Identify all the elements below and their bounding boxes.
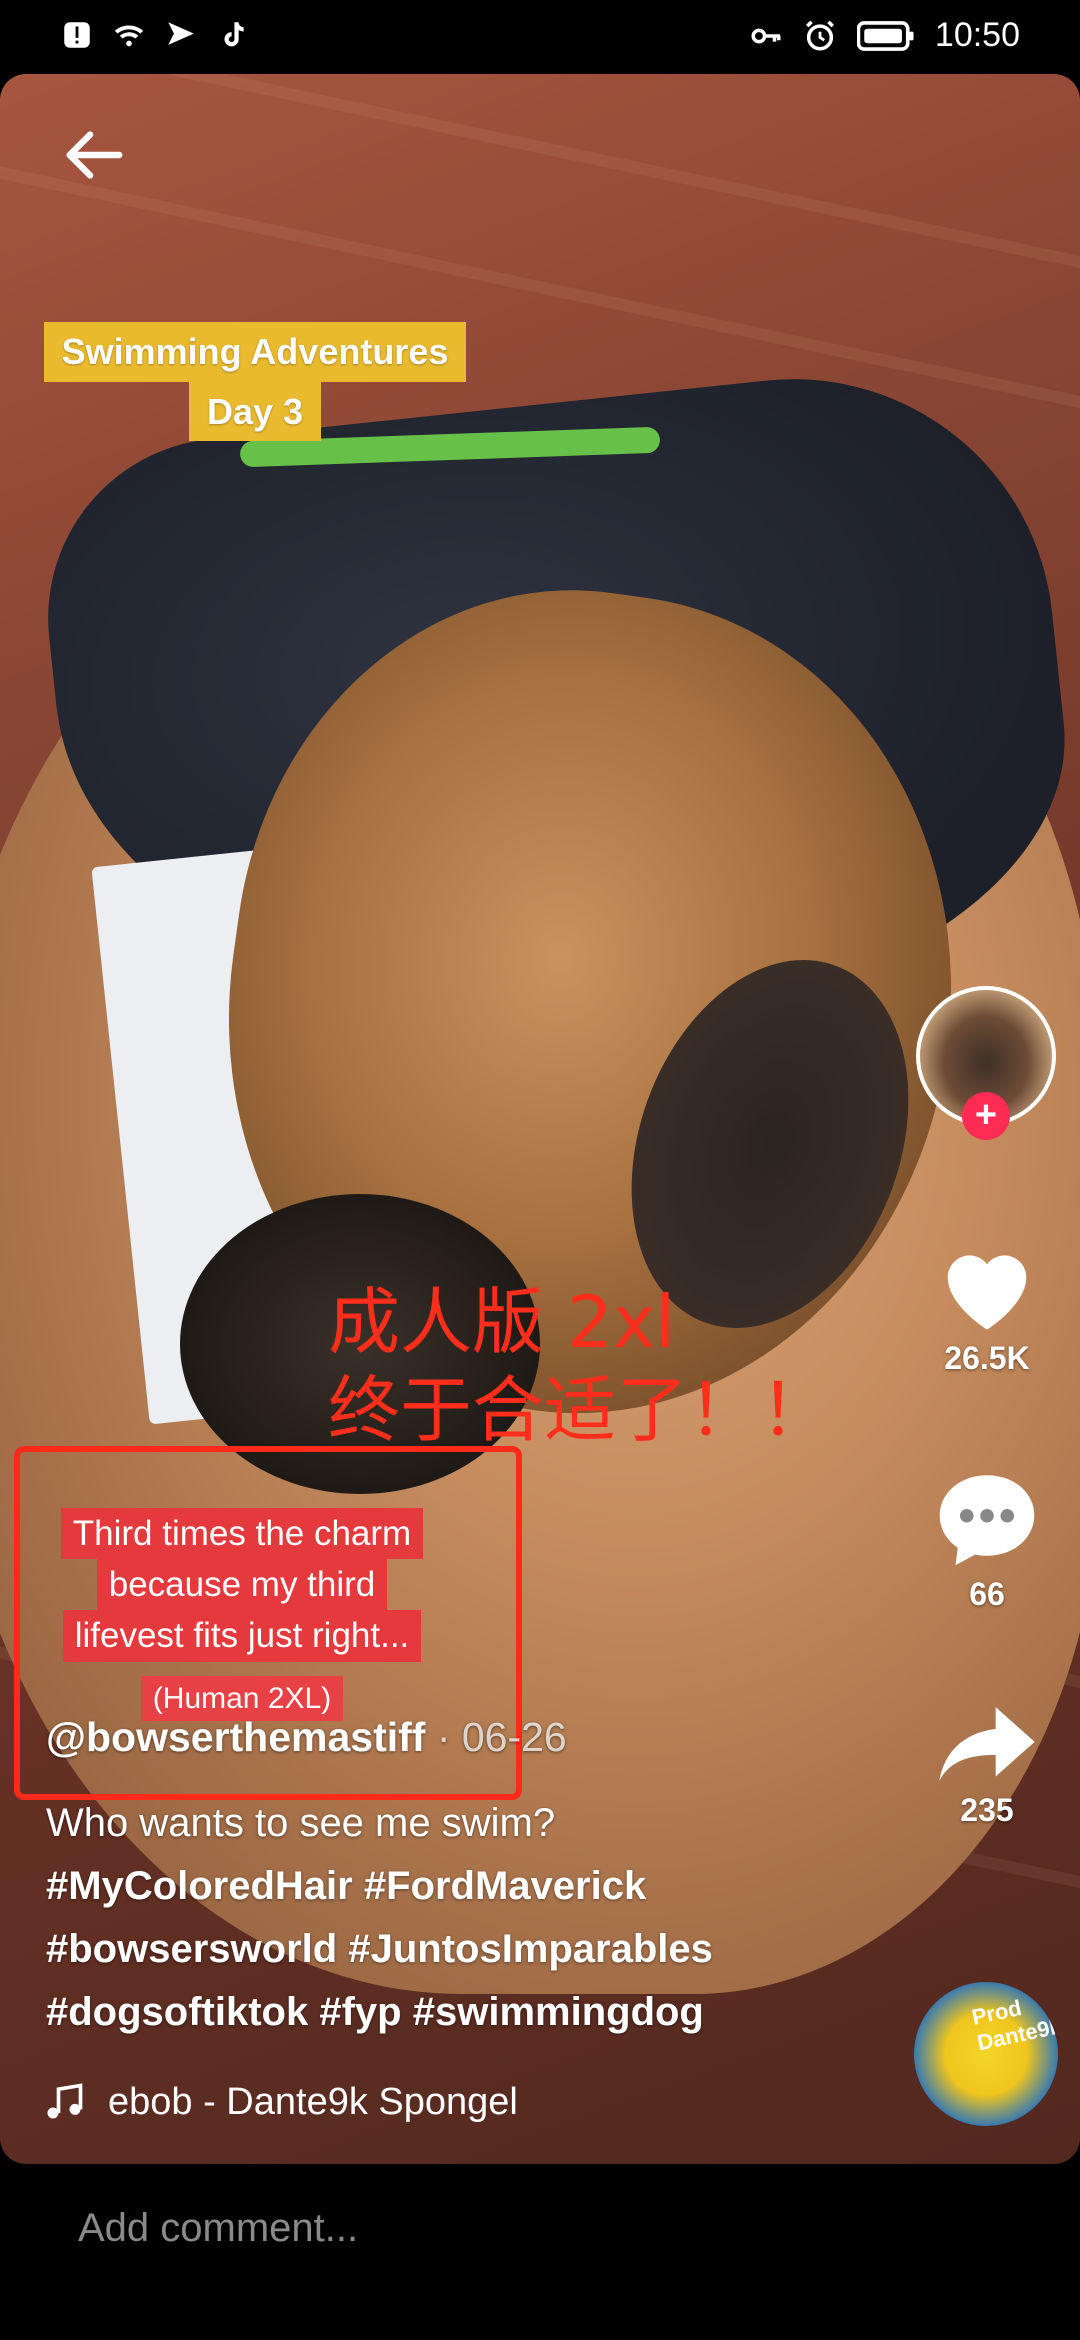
- comment-count: 66: [969, 1576, 1005, 1612]
- back-arrow-icon[interactable]: [58, 120, 128, 190]
- hashtag[interactable]: #dogsoftiktok: [46, 1990, 308, 2034]
- status-bar-right: 10:50: [749, 16, 1020, 55]
- comment-button[interactable]: 66: [922, 1466, 1052, 1613]
- music-disc[interactable]: Prod Dante9k: [914, 1982, 1058, 2126]
- hashtag[interactable]: #JuntosImparables: [348, 1927, 713, 1971]
- battery-icon: [856, 20, 914, 51]
- hashtag[interactable]: #bowsersworld: [46, 1927, 337, 1971]
- share-count: 235: [960, 1792, 1014, 1828]
- creator-username[interactable]: @bowserthemastiff · 06-26: [46, 1714, 567, 1761]
- hashtag[interactable]: #MyColoredHair: [46, 1864, 353, 1908]
- hashtag[interactable]: #FordMaverick: [364, 1864, 646, 1908]
- annotation-line: 成人版 2xl: [328, 1280, 676, 1364]
- alarm-icon: [805, 20, 834, 51]
- music-title[interactable]: ebob - Dante9k Spongel: [108, 2081, 648, 2124]
- share-arrow-icon[interactable]: [935, 1702, 1039, 1786]
- comment-bubble-icon[interactable]: [933, 1466, 1041, 1570]
- send-icon: [168, 22, 194, 45]
- like-count: 26.5K: [944, 1340, 1030, 1376]
- like-button[interactable]: 26.5K: [922, 1238, 1052, 1377]
- username-text[interactable]: @bowserthemastiff: [46, 1714, 425, 1760]
- music-row[interactable]: ebob - Dante9k Spongel: [42, 2080, 648, 2124]
- share-button[interactable]: 235: [922, 1702, 1052, 1829]
- comment-input[interactable]: Add comment...: [78, 2206, 358, 2251]
- wifi-icon: [114, 25, 144, 47]
- annotation-line: 终于合适了！！: [328, 1368, 833, 1452]
- status-bar: 10:50: [0, 0, 1080, 74]
- key-icon: [751, 28, 781, 43]
- tiktok-icon: [224, 22, 244, 47]
- caption-line: Swimming Adventures: [43, 322, 467, 382]
- caption-line: Day 3: [188, 381, 322, 442]
- alert-icon: [64, 22, 90, 48]
- heart-icon[interactable]: [933, 1238, 1041, 1334]
- follow-button[interactable]: +: [962, 1092, 1010, 1140]
- status-bar-left: [60, 18, 250, 52]
- post-description: Who wants to see me swim? #MyColoredHair…: [46, 1792, 866, 2044]
- description-text: Who wants to see me swim?: [46, 1801, 556, 1845]
- disc-label: Prod Dante9k: [969, 1995, 1058, 2056]
- chinese-annotation: 成人版 2xl 终于合适了！！: [328, 1278, 832, 1454]
- video-caption-yellow: Swimming Adventures Day 3: [0, 322, 510, 442]
- creator-avatar[interactable]: +: [916, 986, 1056, 1140]
- status-time: 10:50: [934, 16, 1020, 54]
- music-note-icon: [47, 2083, 83, 2119]
- post-date: · 06-26: [425, 1714, 567, 1760]
- comment-bar[interactable]: Add comment...: [0, 2166, 1080, 2340]
- hashtag[interactable]: #fyp: [319, 1990, 401, 2034]
- hashtag[interactable]: #swimmingdog: [413, 1990, 704, 2034]
